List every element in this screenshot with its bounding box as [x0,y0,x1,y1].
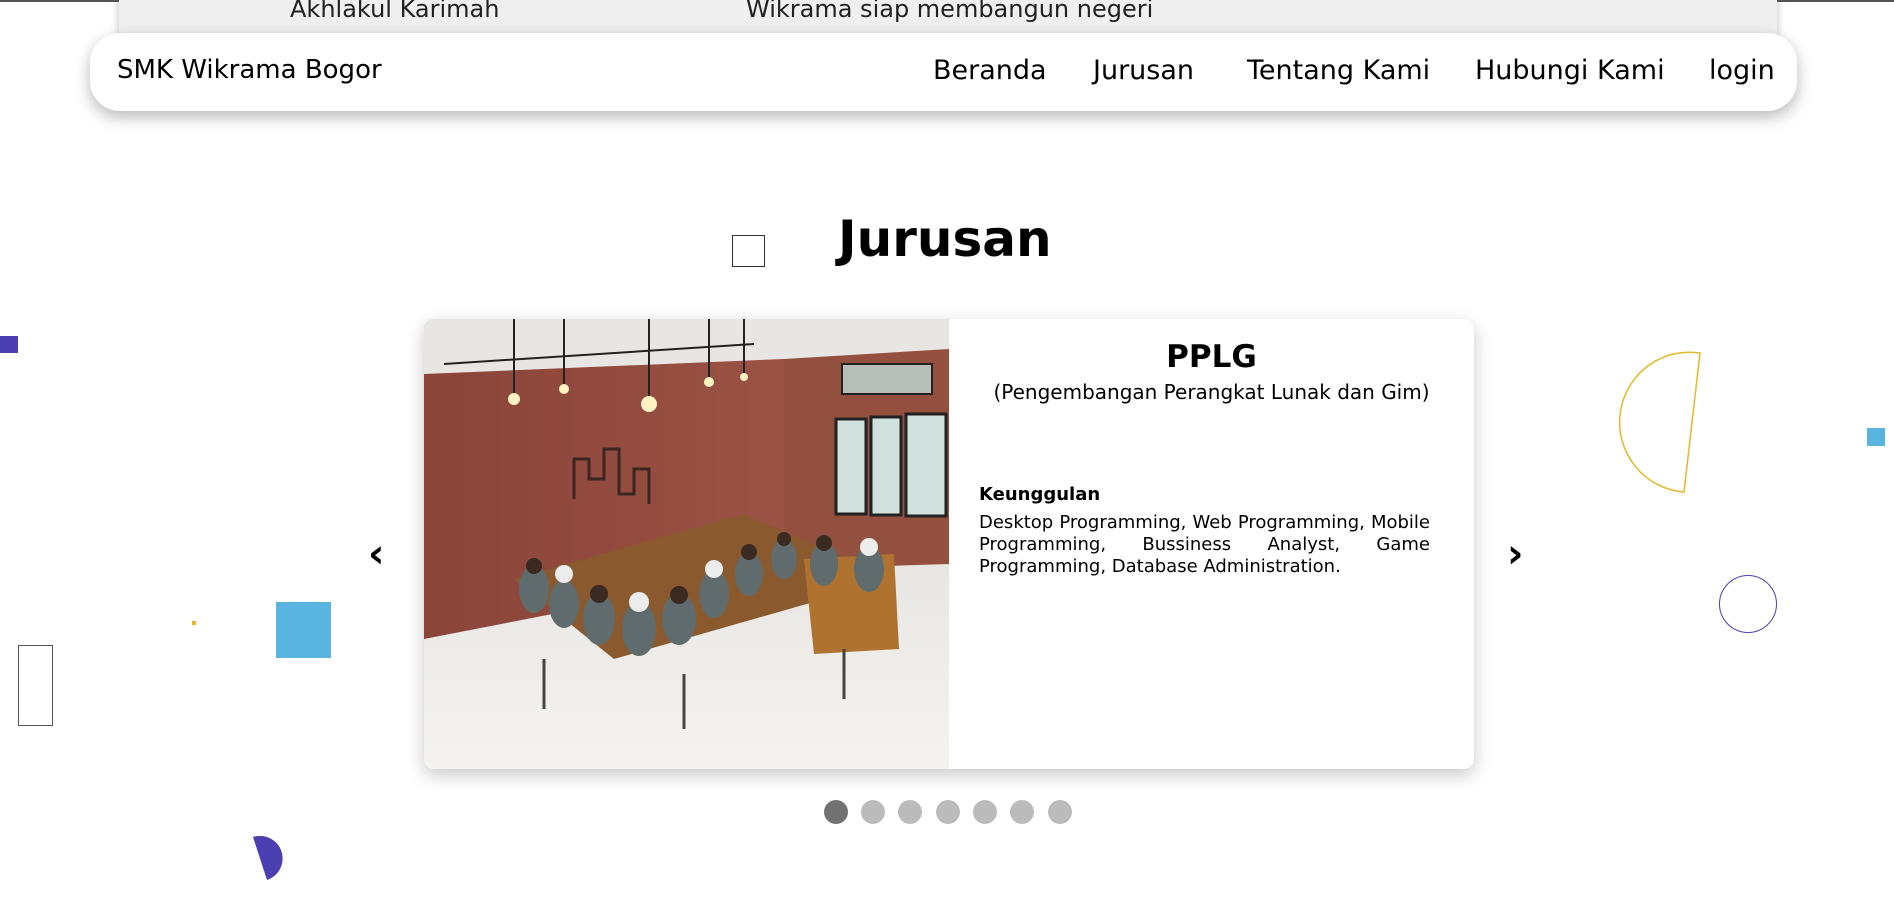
decorative-purple-square [0,336,18,353]
slide-heading: Keunggulan [979,484,1101,505]
section-title: Jurusan [838,210,1052,268]
slide-subtitle: (Pengembangan Perangkat Lunak dan Gim) [993,380,1430,404]
nav-link-login[interactable]: login [1709,55,1775,86]
carousel-dot-7[interactable] [1048,800,1072,824]
decorative-rectangle-outline [18,645,53,726]
nav-link-beranda[interactable]: Beranda [933,55,1047,86]
nav-link-jurusan[interactable]: Jurusan [1093,55,1194,86]
navbar: SMK Wikrama Bogor Beranda Jurusan Tentan… [90,33,1797,111]
carousel-dot-5[interactable] [973,800,997,824]
carousel-dot-2[interactable] [861,800,885,824]
hero-caption-right: Wikrama siap membangun negeri [746,0,1154,23]
carousel-dot-4[interactable] [936,800,960,824]
brand-link[interactable]: SMK Wikrama Bogor [117,55,382,85]
slide-title: PPLG [1166,339,1257,375]
nav-link-hubungi-kami[interactable]: Hubungi Kami [1475,55,1665,86]
decorative-blue-small-square [1867,428,1885,446]
decorative-square-outline [732,235,765,267]
carousel-prev-button[interactable]: ‹ [368,528,384,580]
decorative-purple-half-circle [253,836,283,880]
decorative-purple-circle-outline [1719,575,1777,633]
decorative-blue-square [276,602,331,658]
carousel-dot-6[interactable] [1010,800,1034,824]
classroom-photo [424,319,949,769]
hero-caption-left: Akhlakul Karimah [290,0,500,23]
carousel-slide: PPLG (Pengembangan Perangkat Lunak dan G… [424,319,1474,769]
decorative-yellow-dot [192,621,196,625]
carousel-dot-1[interactable] [824,800,848,824]
carousel-next-button[interactable]: › [1507,528,1523,580]
decorative-yellow-half-circle [1618,351,1701,493]
carousel-dot-3[interactable] [898,800,922,824]
slide-description: Desktop Programming, Web Programming, Mo… [979,512,1430,577]
nav-link-tentang-kami[interactable]: Tentang Kami [1247,55,1430,86]
